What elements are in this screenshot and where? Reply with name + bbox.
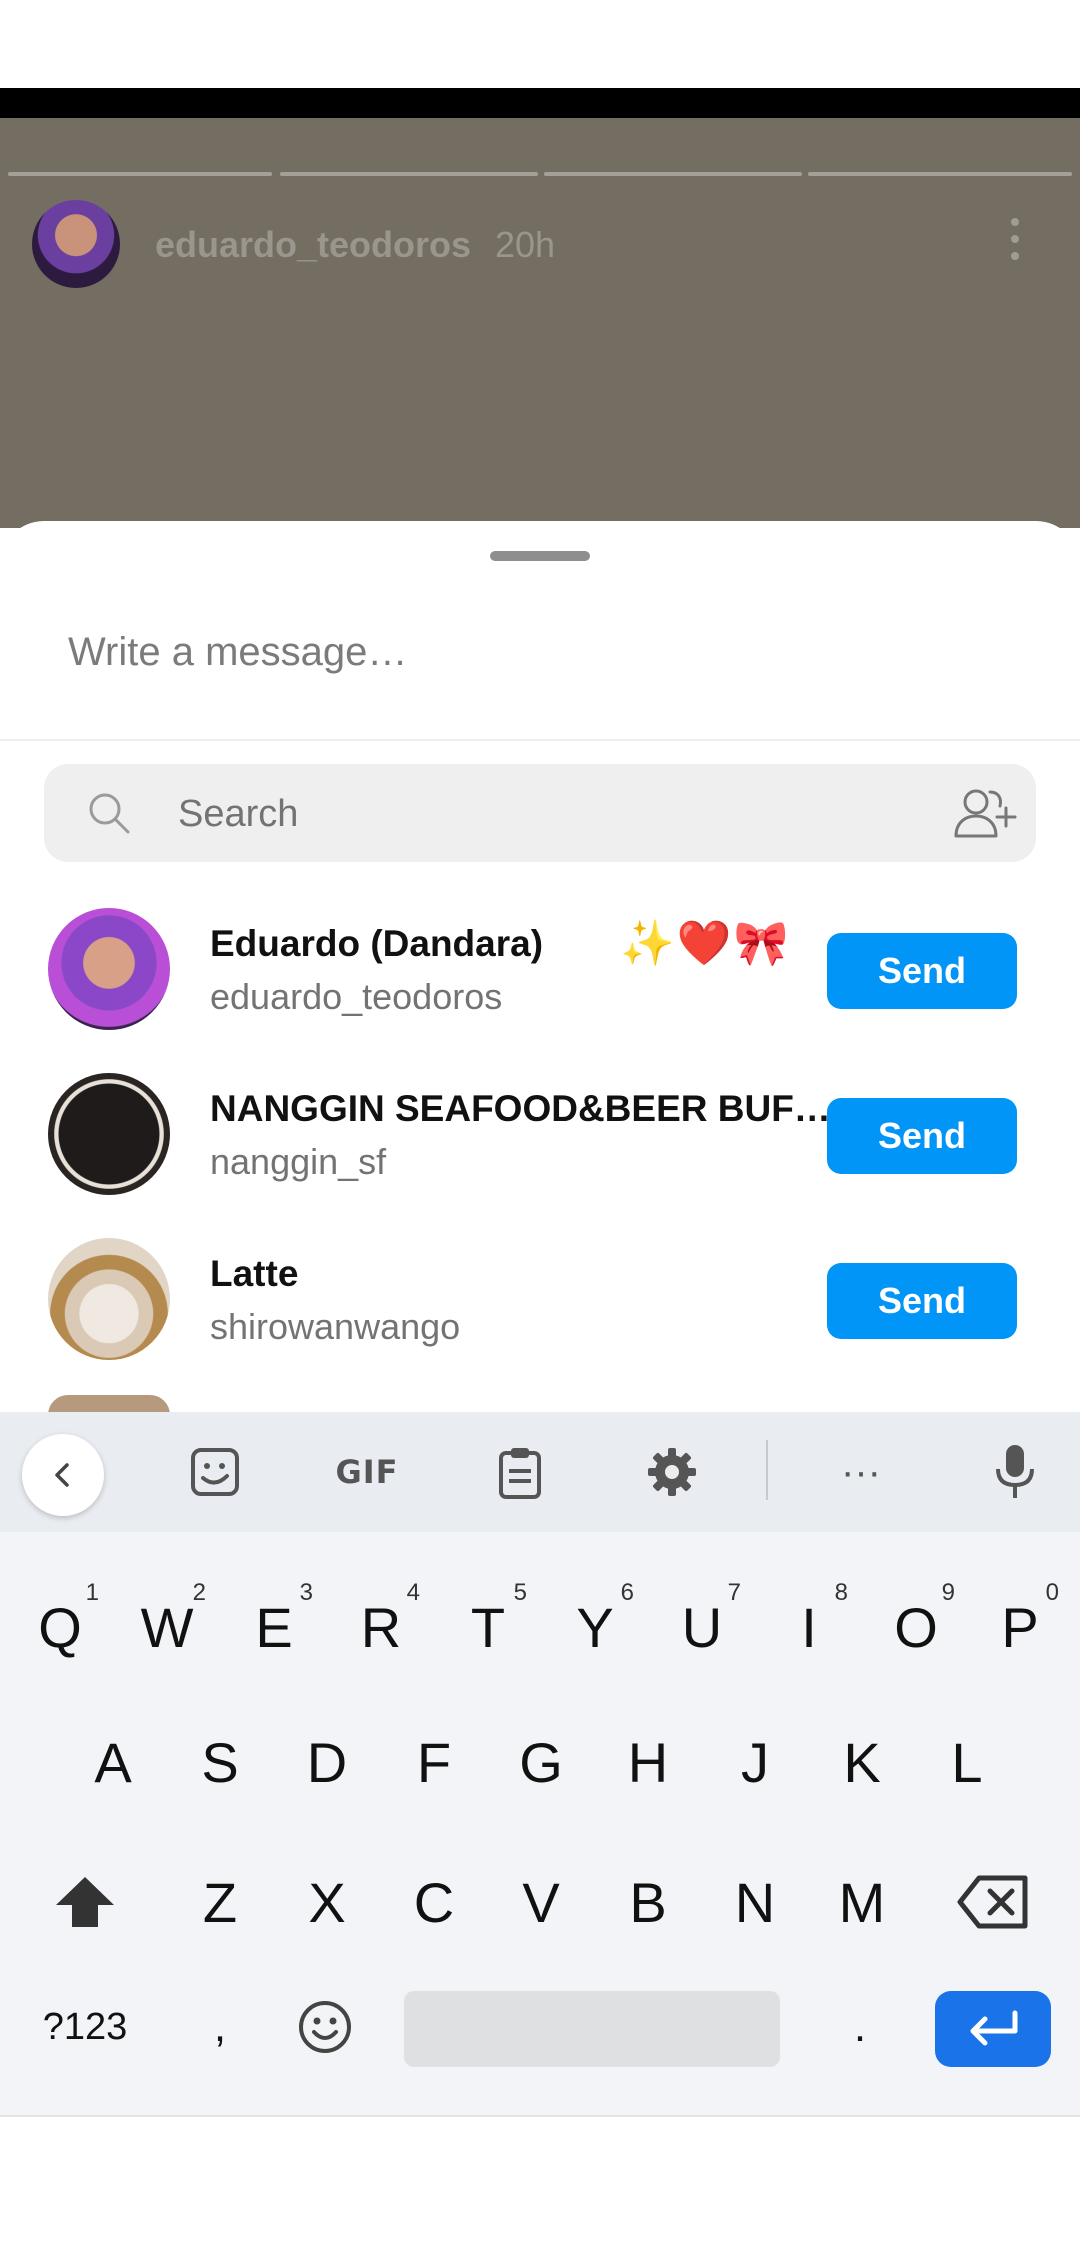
symbols-key[interactable]: ?123 [20, 1982, 150, 2072]
search-bar[interactable] [44, 764, 1036, 862]
key-h[interactable]: H [603, 1712, 693, 1812]
story-timestamp: 20h [495, 224, 556, 265]
enter-key[interactable] [935, 1991, 1051, 2067]
key-q[interactable]: Q1 [15, 1577, 105, 1677]
key-f[interactable]: F [389, 1712, 479, 1812]
shift-key[interactable] [40, 1852, 130, 1952]
story-author-username[interactable]: eduardo_teodoros [155, 224, 471, 266]
key-p[interactable]: P0 [975, 1577, 1065, 1677]
story-viewer: eduardo_teodoros 20h [0, 88, 1080, 528]
contact-name: Eduardo (Dandara) [210, 923, 544, 964]
avatar [48, 908, 170, 1030]
more-options-icon[interactable] [1005, 218, 1025, 268]
key-u[interactable]: U7 [657, 1577, 747, 1677]
story-content: eduardo_teodoros 20h [0, 118, 1080, 528]
story-author-avatar[interactable] [32, 200, 120, 288]
contact-name: Latte [210, 1253, 299, 1294]
add-people-icon[interactable] [952, 786, 1020, 842]
contact-row[interactable]: Eduardo (Dandara) ✨❤️🎀 eduardo_teodoros … [0, 893, 1080, 1043]
settings-gear-icon[interactable] [632, 1436, 712, 1508]
contact-handle: shirowanwango [210, 1306, 461, 1347]
more-icon[interactable]: ··· [821, 1436, 901, 1508]
contact-emoji: ✨❤️🎀 [620, 919, 791, 968]
emoji-icon [299, 2001, 351, 2053]
contact-handle: eduardo_teodoros [210, 976, 503, 1017]
story-progress-segment [280, 172, 538, 176]
key-o[interactable]: O9 [871, 1577, 961, 1677]
keyboard-toolbar: GIF ··· [0, 1412, 1080, 1532]
key-v[interactable]: V [496, 1852, 586, 1952]
key-a[interactable]: A [68, 1712, 158, 1812]
message-input[interactable] [66, 621, 1020, 683]
comma-key[interactable]: , [175, 1982, 265, 2072]
search-input[interactable] [176, 786, 880, 842]
toolbar-divider [766, 1440, 768, 1500]
contact-name: NANGGIN SEAFOOD&BEER BUF… [210, 1088, 831, 1129]
microphone-icon[interactable] [975, 1436, 1055, 1508]
key-s[interactable]: S [175, 1712, 265, 1812]
backspace-key[interactable] [948, 1852, 1038, 1952]
key-g[interactable]: G [496, 1712, 586, 1812]
chevron-left-icon[interactable] [22, 1434, 104, 1516]
status-bar [0, 0, 1080, 88]
key-j[interactable]: J [710, 1712, 800, 1812]
key-x[interactable]: X [282, 1852, 372, 1952]
key-d[interactable]: D [282, 1712, 372, 1812]
backspace-icon [957, 1875, 1028, 1929]
key-t[interactable]: T5 [443, 1577, 533, 1677]
avatar [48, 1073, 170, 1195]
key-k[interactable]: K [817, 1712, 907, 1812]
drag-handle[interactable] [490, 551, 590, 561]
key-l[interactable]: L [922, 1712, 1012, 1812]
period-key[interactable]: . [815, 1982, 905, 2072]
spacebar[interactable] [404, 1991, 780, 2067]
story-progress-segment [8, 172, 272, 176]
clipboard-icon[interactable] [480, 1436, 560, 1508]
key-m[interactable]: M [817, 1852, 907, 1952]
key-c[interactable]: C [389, 1852, 479, 1952]
story-progress-segment [808, 172, 1072, 176]
story-progress-segment [544, 172, 802, 176]
search-icon [89, 793, 130, 834]
contact-handle: nanggin_sf [210, 1141, 387, 1182]
send-button[interactable]: Send [827, 1098, 1017, 1174]
avatar [48, 1238, 170, 1360]
gif-icon[interactable]: GIF [327, 1436, 407, 1508]
send-button[interactable]: Send [827, 1263, 1017, 1339]
send-button[interactable]: Send [827, 933, 1017, 1009]
key-w[interactable]: W2 [122, 1577, 212, 1677]
key-n[interactable]: N [710, 1852, 800, 1952]
key-z[interactable]: Z [175, 1852, 265, 1952]
key-y[interactable]: Y6 [550, 1577, 640, 1677]
divider [0, 739, 1080, 741]
key-e[interactable]: E3 [229, 1577, 319, 1677]
shift-icon [56, 1877, 114, 1927]
contact-row[interactable]: NANGGIN SEAFOOD&BEER BUF… nanggin_sf Sen… [0, 1058, 1080, 1208]
key-i[interactable]: I8 [764, 1577, 854, 1677]
keyboard: GIF ··· Q1 W2 E3 R4 T5 Y6 U7 I 8 O 9 P 0… [0, 1412, 1080, 2118]
emoji-key[interactable] [280, 1982, 370, 2072]
sticker-icon[interactable] [175, 1436, 255, 1508]
key-b[interactable]: B [603, 1852, 693, 1952]
enter-icon [970, 2010, 1018, 2046]
key-r[interactable]: R4 [336, 1577, 426, 1677]
contact-row[interactable]: Latte shirowanwango Send [0, 1223, 1080, 1373]
navigation-bar [0, 2115, 1080, 2248]
